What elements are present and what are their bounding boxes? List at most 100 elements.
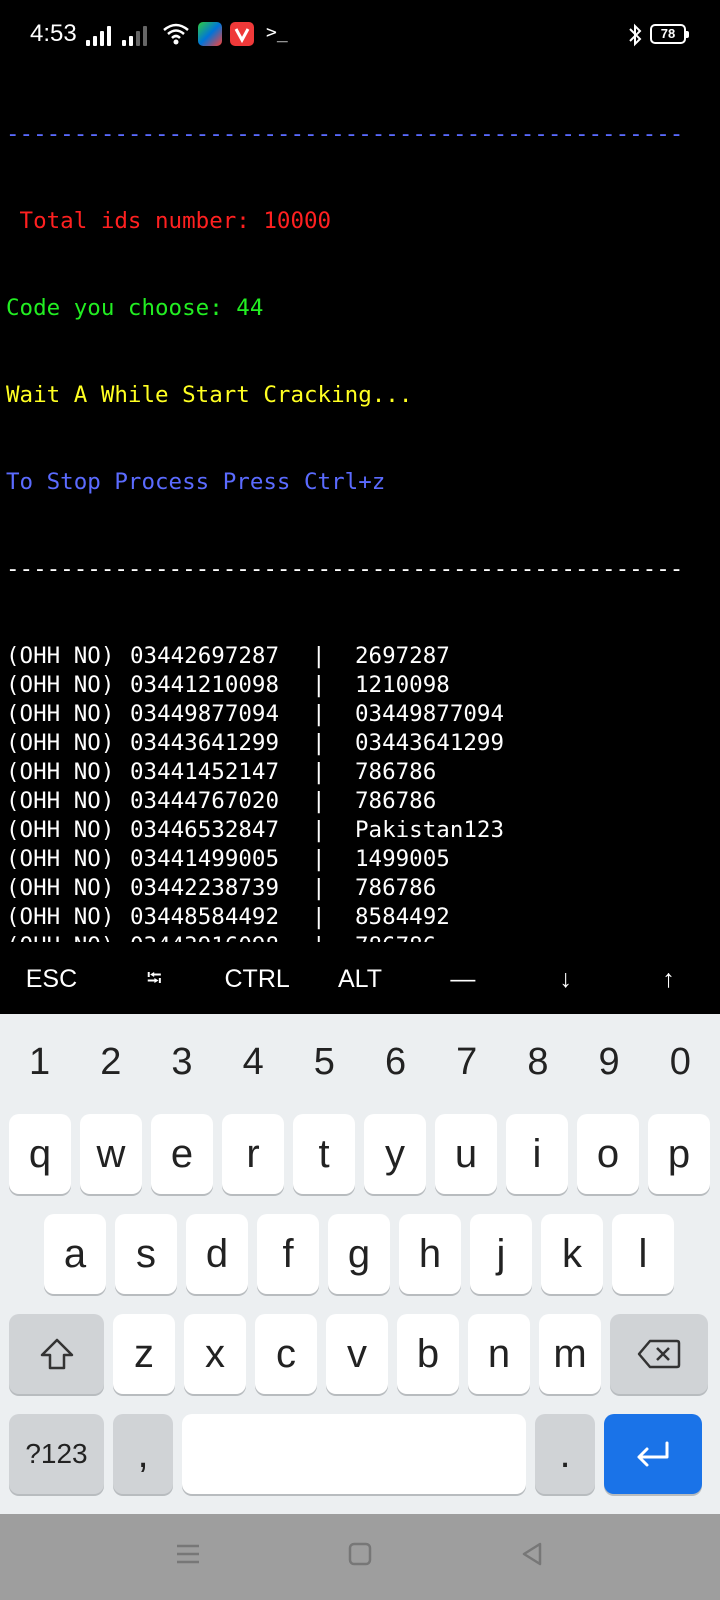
key-u[interactable]: u <box>435 1114 497 1194</box>
extra-keys-bar: ESC ⭾ CTRL ALT — ↓ ↑ <box>0 944 720 1014</box>
key-f[interactable]: f <box>257 1214 319 1294</box>
key-v[interactable]: v <box>326 1314 388 1394</box>
key-n[interactable]: n <box>468 1314 530 1394</box>
code-chosen-line: Code you choose: 44 <box>6 295 264 321</box>
result-id: 03442238739 <box>130 875 280 901</box>
stop-hint-line: To Stop Process Press Ctrl+z <box>6 469 386 495</box>
alt-key[interactable]: ALT <box>309 944 412 1014</box>
dash-key[interactable]: — <box>411 944 514 1014</box>
key-p[interactable]: p <box>648 1114 710 1194</box>
result-separator: | <box>312 759 326 785</box>
result-row: (OHH NO)03443916098|786786 <box>6 932 714 942</box>
esc-key[interactable]: ESC <box>0 944 103 1014</box>
result-id: 03448584492 <box>130 904 280 930</box>
result-row: (OHH NO) 03449877094 | 03449877094 <box>6 700 714 729</box>
key-e[interactable]: e <box>151 1114 213 1194</box>
key-d[interactable]: d <box>186 1214 248 1294</box>
terminal-icon: >_ <box>266 22 288 43</box>
key-4[interactable]: 4 <box>221 1034 285 1090</box>
letter-row-3: z x c v b n m <box>9 1314 708 1394</box>
symbols-key[interactable]: ?123 <box>9 1414 104 1494</box>
result-tag: (OHH NO) <box>6 875 115 901</box>
result-id: 03441499005 <box>130 846 280 872</box>
result-password: 786786 <box>355 759 437 785</box>
result-row: (OHH NO) 03442697287 | 2697287 <box>6 642 714 671</box>
key-5[interactable]: 5 <box>292 1034 356 1090</box>
result-row: (OHH NO) 03442238739 | 786786 <box>6 874 714 903</box>
divider-line: ----------------------------------------… <box>6 556 684 582</box>
result-separator: | <box>312 932 355 942</box>
result-tag: (OHH NO) <box>6 904 115 930</box>
result-id: 03443641299 <box>130 730 280 756</box>
status-bar: 4:53 >_ 78 <box>0 0 720 70</box>
result-id: 03442697287 <box>130 643 280 669</box>
key-m[interactable]: m <box>539 1314 601 1394</box>
backspace-icon <box>637 1339 681 1369</box>
result-row: (OHH NO) 03441499005 | 1499005 <box>6 845 714 874</box>
comma-key[interactable]: , <box>113 1414 173 1494</box>
key-0[interactable]: 0 <box>648 1034 712 1090</box>
key-r[interactable]: r <box>222 1114 284 1194</box>
key-y[interactable]: y <box>364 1114 426 1194</box>
result-password: 1210098 <box>355 672 450 698</box>
bottom-row: ?123 , . <box>9 1414 702 1494</box>
key-g[interactable]: g <box>328 1214 390 1294</box>
key-j[interactable]: j <box>470 1214 532 1294</box>
ctrl-key[interactable]: CTRL <box>206 944 309 1014</box>
menu-nav-icon[interactable] <box>174 1540 202 1568</box>
key-b[interactable]: b <box>397 1314 459 1394</box>
wifi-icon <box>163 23 189 45</box>
result-separator: | <box>312 788 326 814</box>
key-h[interactable]: h <box>399 1214 461 1294</box>
key-9[interactable]: 9 <box>577 1034 641 1090</box>
result-id: 03444767020 <box>130 788 280 814</box>
tab-key[interactable]: ⭾ <box>103 944 206 1014</box>
key-1[interactable]: 1 <box>8 1034 72 1090</box>
key-i[interactable]: i <box>506 1114 568 1194</box>
app-icon <box>198 22 222 46</box>
result-tag: (OHH NO) <box>6 846 115 872</box>
terminal-output[interactable]: ----------------------------------------… <box>6 62 714 942</box>
arrow-down-key[interactable]: ↓ <box>514 944 617 1014</box>
key-w[interactable]: w <box>80 1114 142 1194</box>
period-key[interactable]: . <box>535 1414 595 1494</box>
soft-keyboard: 1 2 3 4 5 6 7 8 9 0 q w e r t y u i o p … <box>0 1014 720 1514</box>
key-t[interactable]: t <box>293 1114 355 1194</box>
signal-icon <box>122 24 147 46</box>
key-q[interactable]: q <box>9 1114 71 1194</box>
key-l[interactable]: l <box>612 1214 674 1294</box>
result-row: (OHH NO) 03444767020 | 786786 <box>6 787 714 816</box>
result-row: (OHH NO) 03441452147 | 786786 <box>6 758 714 787</box>
space-bar[interactable] <box>182 1414 526 1494</box>
key-s[interactable]: s <box>115 1214 177 1294</box>
result-separator: | <box>312 643 326 669</box>
result-row: (OHH NO) 03441210098 | 1210098 <box>6 671 714 700</box>
back-nav-icon[interactable] <box>518 1540 546 1568</box>
signal-icon <box>86 24 111 46</box>
result-separator: | <box>312 672 326 698</box>
battery-icon: 78 <box>650 24 689 44</box>
enter-key[interactable] <box>604 1414 702 1494</box>
home-nav-icon[interactable] <box>346 1540 374 1568</box>
backspace-key[interactable] <box>610 1314 708 1394</box>
key-8[interactable]: 8 <box>506 1034 570 1090</box>
navigation-bar <box>0 1514 720 1600</box>
key-6[interactable]: 6 <box>364 1034 428 1090</box>
result-id: 03446532847 <box>130 817 280 843</box>
key-a[interactable]: a <box>44 1214 106 1294</box>
result-password: Pakistan123 <box>355 817 505 843</box>
result-tag: (OHH NO) <box>6 788 115 814</box>
result-row: (OHH NO) 03443641299 | 03443641299 <box>6 729 714 758</box>
key-z[interactable]: z <box>113 1314 175 1394</box>
shift-key[interactable] <box>9 1314 104 1394</box>
key-x[interactable]: x <box>184 1314 246 1394</box>
key-o[interactable]: o <box>577 1114 639 1194</box>
result-password: 03449877094 <box>355 701 505 727</box>
key-2[interactable]: 2 <box>79 1034 143 1090</box>
key-7[interactable]: 7 <box>435 1034 499 1090</box>
result-id: 03441452147 <box>130 759 280 785</box>
arrow-up-key[interactable]: ↑ <box>617 944 720 1014</box>
key-k[interactable]: k <box>541 1214 603 1294</box>
key-3[interactable]: 3 <box>150 1034 214 1090</box>
key-c[interactable]: c <box>255 1314 317 1394</box>
